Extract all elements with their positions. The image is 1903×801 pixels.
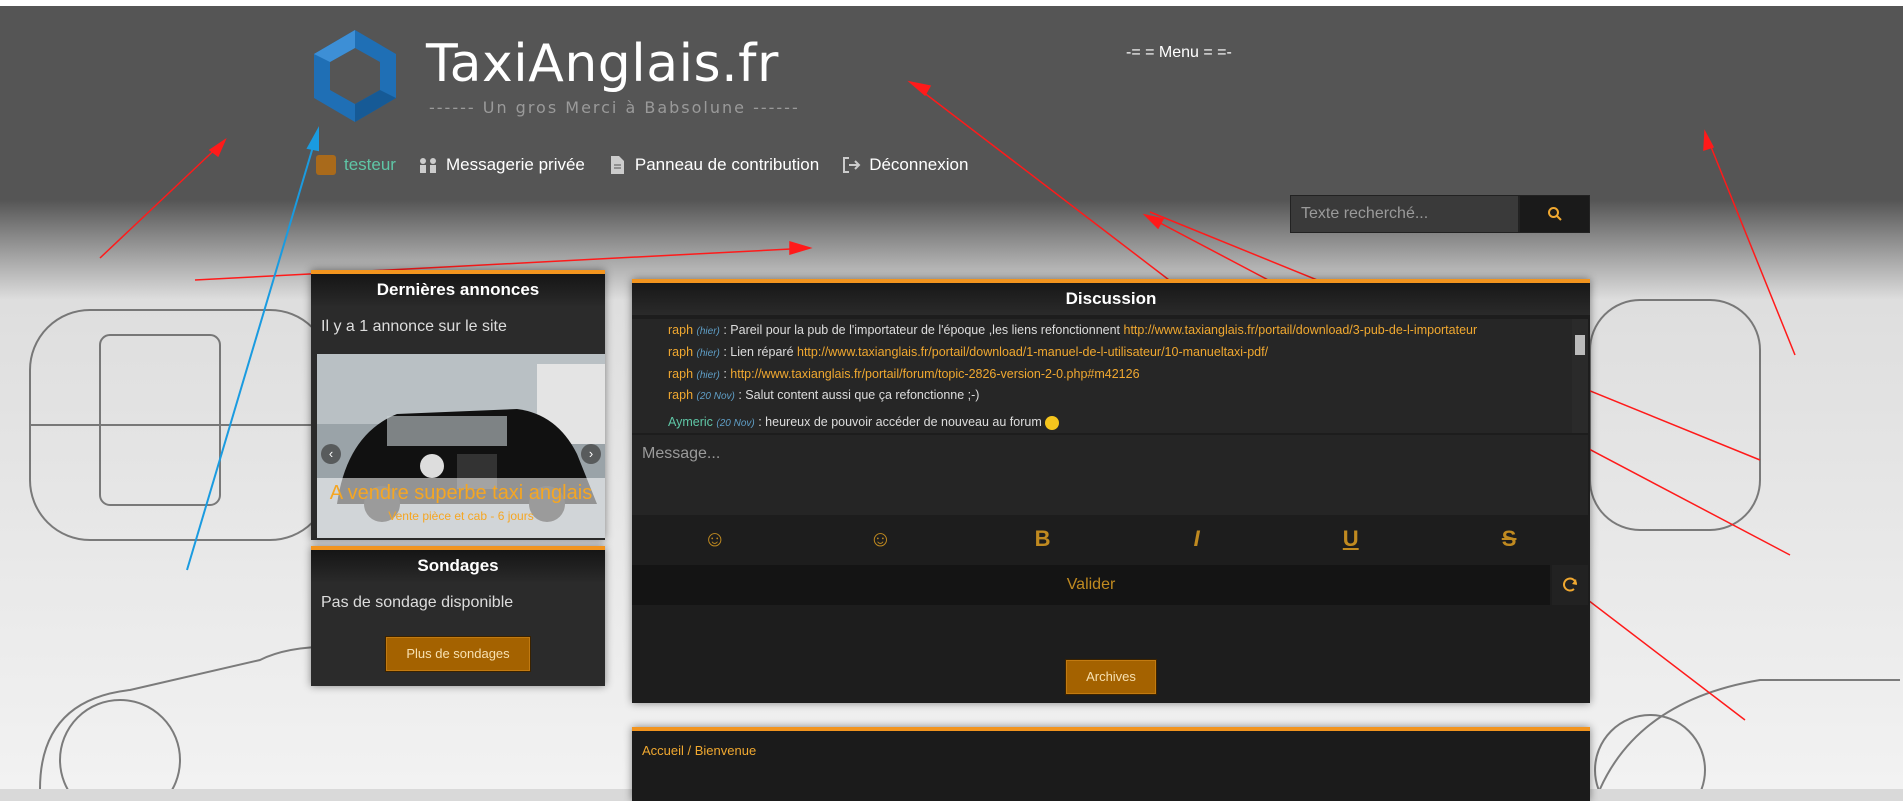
code-emoji-icon[interactable]: ☺ (869, 526, 891, 552)
chat-archives-button[interactable]: Archives (1065, 659, 1157, 695)
chat-message-input[interactable]: Message... (632, 435, 1588, 515)
nav-contribution-label: Panneau de contribution (634, 155, 820, 174)
latest-ads-count: Il y a 1 annonce sur le site (321, 318, 507, 335)
italic-icon[interactable]: I (1194, 526, 1200, 552)
chat-message: raph (hier) : Lien réparé http://www.tax… (668, 345, 1268, 359)
logout-icon (843, 157, 861, 173)
nav-logout-label: Déconnexion (869, 155, 969, 174)
message-link[interactable]: http://www.taxianglais.fr/portail/downlo… (1124, 323, 1478, 337)
nav-user-profile[interactable]: testeur (316, 155, 396, 175)
breadcrumb-panel: Accueil / Bienvenue (632, 727, 1590, 801)
message-text: : Salut content aussi que ça refonctionn… (734, 388, 980, 402)
site-logo[interactable] (312, 28, 398, 124)
search-button[interactable] (1519, 195, 1590, 233)
menu-toggle[interactable]: -= = Menu = =- (1126, 44, 1232, 62)
message-link[interactable]: http://www.taxianglais.fr/portail/downlo… (797, 345, 1268, 359)
carousel-prev-button[interactable]: ‹ (321, 444, 341, 464)
document-icon (610, 156, 624, 174)
message-time: (hier) (696, 348, 720, 359)
bold-icon[interactable]: B (1035, 526, 1051, 552)
ad-title[interactable]: A vendre superbe taxi anglais (317, 482, 605, 505)
message-author[interactable]: raph (668, 388, 693, 402)
search-form (1290, 195, 1590, 233)
chat-submit-button[interactable]: Valider (632, 565, 1550, 605)
search-icon (1547, 207, 1562, 221)
carousel-next-button[interactable]: › (581, 444, 601, 464)
message-time: (hier) (696, 326, 720, 337)
chat-scrollbar[interactable] (1572, 319, 1588, 433)
chat-format-toolbar: ☺ ☺ B I U S (632, 519, 1588, 559)
nav-logout[interactable]: Déconnexion (841, 155, 968, 175)
refresh-icon (1563, 577, 1577, 592)
message-author[interactable]: raph (668, 345, 693, 359)
chat-message: raph (hier) : Pareil pour la pub de l'im… (668, 323, 1477, 337)
chat-message: raph (hier) : http://www.taxianglais.fr/… (668, 367, 1140, 381)
smiley-emoji-icon (1045, 415, 1060, 430)
site-title[interactable]: TaxiAnglais.fr (426, 34, 779, 94)
message-author[interactable]: raph (668, 367, 693, 381)
nav-contribution-panel[interactable]: Panneau de contribution (607, 155, 819, 175)
user-avatar-icon (316, 155, 336, 175)
chat-title: Discussion (632, 283, 1590, 315)
more-polls-button[interactable]: Plus de sondages (385, 636, 531, 672)
user-nav: testeur Messagerie privée Panneau de con… (316, 155, 968, 175)
nav-messages-label: Messagerie privée (445, 155, 585, 174)
nav-private-messages[interactable]: Messagerie privée (418, 155, 585, 175)
message-time: (20 Nov) (716, 418, 755, 429)
ad-caption[interactable]: A vendre superbe taxi anglais Vente pièc… (317, 478, 605, 538)
chat-message: Aymeric (20 Nov) : heureux de pouvoir ac… (668, 415, 1060, 430)
message-author[interactable]: raph (668, 323, 693, 337)
breadcrumb[interactable]: Accueil / Bienvenue (632, 731, 1590, 770)
polls-title: Sondages (311, 550, 605, 582)
ad-meta: Vente pièce et cab - 6 jours (388, 509, 534, 523)
polls-panel: Sondages Pas de sondage disponible Plus … (311, 546, 605, 686)
ad-carousel[interactable]: ‹ › A vendre superbe taxi anglais Vente … (317, 354, 605, 538)
polls-empty-text: Pas de sondage disponible (321, 594, 514, 611)
chat-messages[interactable]: raph (hier) : Pareil pour la pub de l'im… (632, 319, 1572, 433)
nav-user-label: testeur (344, 155, 396, 174)
latest-ads-panel: Dernières annonces Il y a 1 annonce sur … (311, 270, 605, 540)
latest-ads-title: Dernières annonces (311, 274, 605, 306)
search-input[interactable] (1290, 195, 1519, 233)
message-author[interactable]: Aymeric (668, 415, 713, 429)
chat-panel: Discussion raph (hier) : Pareil pour la … (632, 279, 1590, 703)
chat-refresh-button[interactable] (1552, 565, 1588, 605)
message-text: : Lien réparé (719, 345, 797, 359)
message-link[interactable]: http://www.taxianglais.fr/portail/forum/… (730, 367, 1139, 381)
message-time: (hier) (696, 370, 720, 381)
chat-message: raph (20 Nov) : Salut content aussi que … (668, 388, 979, 402)
site-subtitle: ------ Un gros Merci à Babsolune ------ (429, 98, 800, 117)
users-message-icon (419, 158, 436, 173)
message-text: : heureux de pouvoir accéder de nouveau … (754, 415, 1042, 429)
message-text: : (719, 367, 731, 381)
message-text: : Pareil pour la pub de l'importateur de… (719, 323, 1124, 337)
emoji-icon[interactable]: ☺ (704, 526, 726, 552)
underline-icon[interactable]: U (1343, 526, 1359, 552)
strikethrough-icon[interactable]: S (1502, 526, 1517, 552)
message-time: (20 Nov) (696, 391, 735, 402)
